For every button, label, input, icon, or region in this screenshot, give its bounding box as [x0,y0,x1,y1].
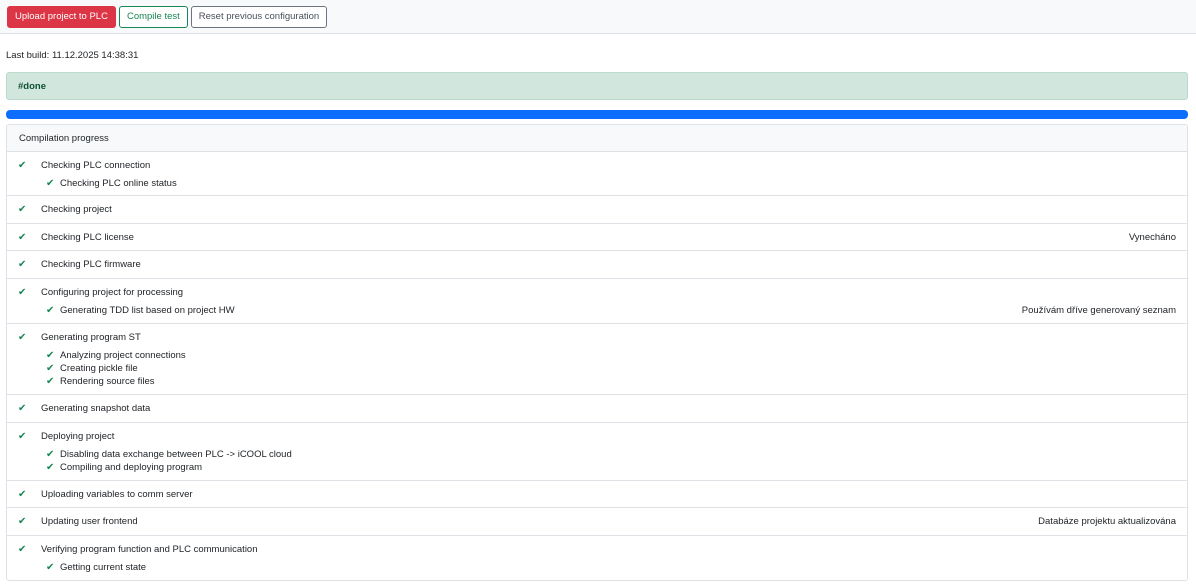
sub-step-label: Creating pickle file [60,363,138,374]
sub-step-item: ✔ Checking PLC online status [7,177,177,190]
check-icon: ✔ [18,516,27,527]
step-item: ✔ Checking PLC license Vynecháno [7,224,1187,251]
step-label: Checking PLC license [41,232,134,243]
step-label: Generating program ST [41,332,141,343]
check-icon: ✔ [18,544,27,555]
step-item: ✔ Checking PLC firmware [7,251,1187,279]
sub-step-label: Getting current state [60,562,147,573]
step-item: ✔ Generating program ST ✔ Analyzing project… [7,324,1187,395]
toolbar: Upload project to PLC Compile test Reset… [0,0,1196,34]
sub-step-item: ✔ Getting current state [7,561,146,574]
check-icon: ✔ [46,178,55,189]
step-item: ✔ Checking project [7,196,1187,224]
step-item: ✔ Verifying program function and PLC comm… [7,536,1187,580]
reset-configuration-button[interactable]: Reset previous configuration [190,5,328,28]
status-alert: #done [6,72,1188,100]
sub-step-item: ✔ Rendering source files [7,375,155,388]
sub-step-item: ✔ Compiling and deploying program [7,461,202,474]
sub-step-label: Compiling and deploying program [60,462,203,473]
step-item: ✔ Generating snapshot data [7,395,1187,423]
check-icon: ✔ [18,232,27,243]
step-item: ✔ Checking PLC connection ✔ Checking PLC on… [7,152,1187,196]
step-label: Updating user frontend [41,516,138,527]
sub-step-label: Checking PLC online status [60,178,177,189]
step-label: Checking project [41,204,112,215]
check-icon: ✔ [46,305,55,316]
progress-bar-track [6,110,1188,119]
step-item: ✔ Updating user frontend Databáze projektu… [7,508,1187,536]
check-icon: ✔ [18,332,27,343]
check-icon: ✔ [18,160,27,171]
check-icon: ✔ [18,259,27,270]
check-icon: ✔ [46,363,55,374]
sub-step-label: Analyzing project connections [60,350,186,361]
sub-step-item: ✔ Disabling data exchange between PLC -> … [7,448,292,461]
sub-step-item: ✔ Analyzing project connections [7,349,186,362]
compile-test-button[interactable]: Compile test [118,5,188,28]
step-label: Configuring project for processing [41,287,184,298]
step-label: Generating snapshot data [41,403,151,414]
steps-list: ✔ Checking PLC connection ✔ Checking PLC on… [7,152,1187,580]
status-alert-text: #done [18,80,46,92]
check-icon: ✔ [46,350,55,361]
check-icon: ✔ [46,449,55,460]
check-icon: ✔ [46,376,55,387]
check-icon: ✔ [18,287,27,298]
sub-step-item: ✔ Generating TDD list based on project HW [7,304,235,317]
step-label: Checking PLC firmware [41,259,141,270]
step-label: Uploading variables to comm server [41,489,193,500]
last-build-text: Last build: 11.12.2025 14:38:31 [6,50,139,61]
check-icon: ✔ [18,403,27,414]
step-item: ✔ Configuring project for processing ✔ Gene… [7,279,1187,324]
compilation-progress-card: Compilation progress ✔ Checking PLC conne… [6,124,1188,581]
step-note: Vynecháno [1128,232,1176,243]
sub-step-label: Disabling data exchange between PLC -> i… [60,449,292,460]
sub-step-label: Generating TDD list based on project HW [60,305,235,316]
step-item: ✔ Uploading variables to comm server [7,481,1187,508]
card-title: Compilation progress [19,132,109,144]
check-icon: ✔ [46,562,55,573]
upload-project-button[interactable]: Upload project to PLC [7,5,116,28]
progress-bar-fill [6,110,1188,119]
sub-step-label: Rendering source files [60,376,155,387]
sub-step-note: Používám dříve generovaný seznam [1021,305,1176,316]
check-icon: ✔ [18,489,27,500]
sub-step-item: ✔ Creating pickle file [7,362,138,375]
step-label: Deploying project [41,431,115,442]
check-icon: ✔ [46,462,55,473]
step-label: Verifying program function and PLC commu… [41,544,258,555]
step-label: Checking PLC connection [41,160,151,171]
check-icon: ✔ [18,204,27,215]
step-note: Databáze projektu aktualizována [1038,516,1176,527]
check-icon: ✔ [18,431,27,442]
step-item: ✔ Deploying project ✔ Disabling data exchan… [7,423,1187,481]
card-header: Compilation progress [7,125,1187,152]
